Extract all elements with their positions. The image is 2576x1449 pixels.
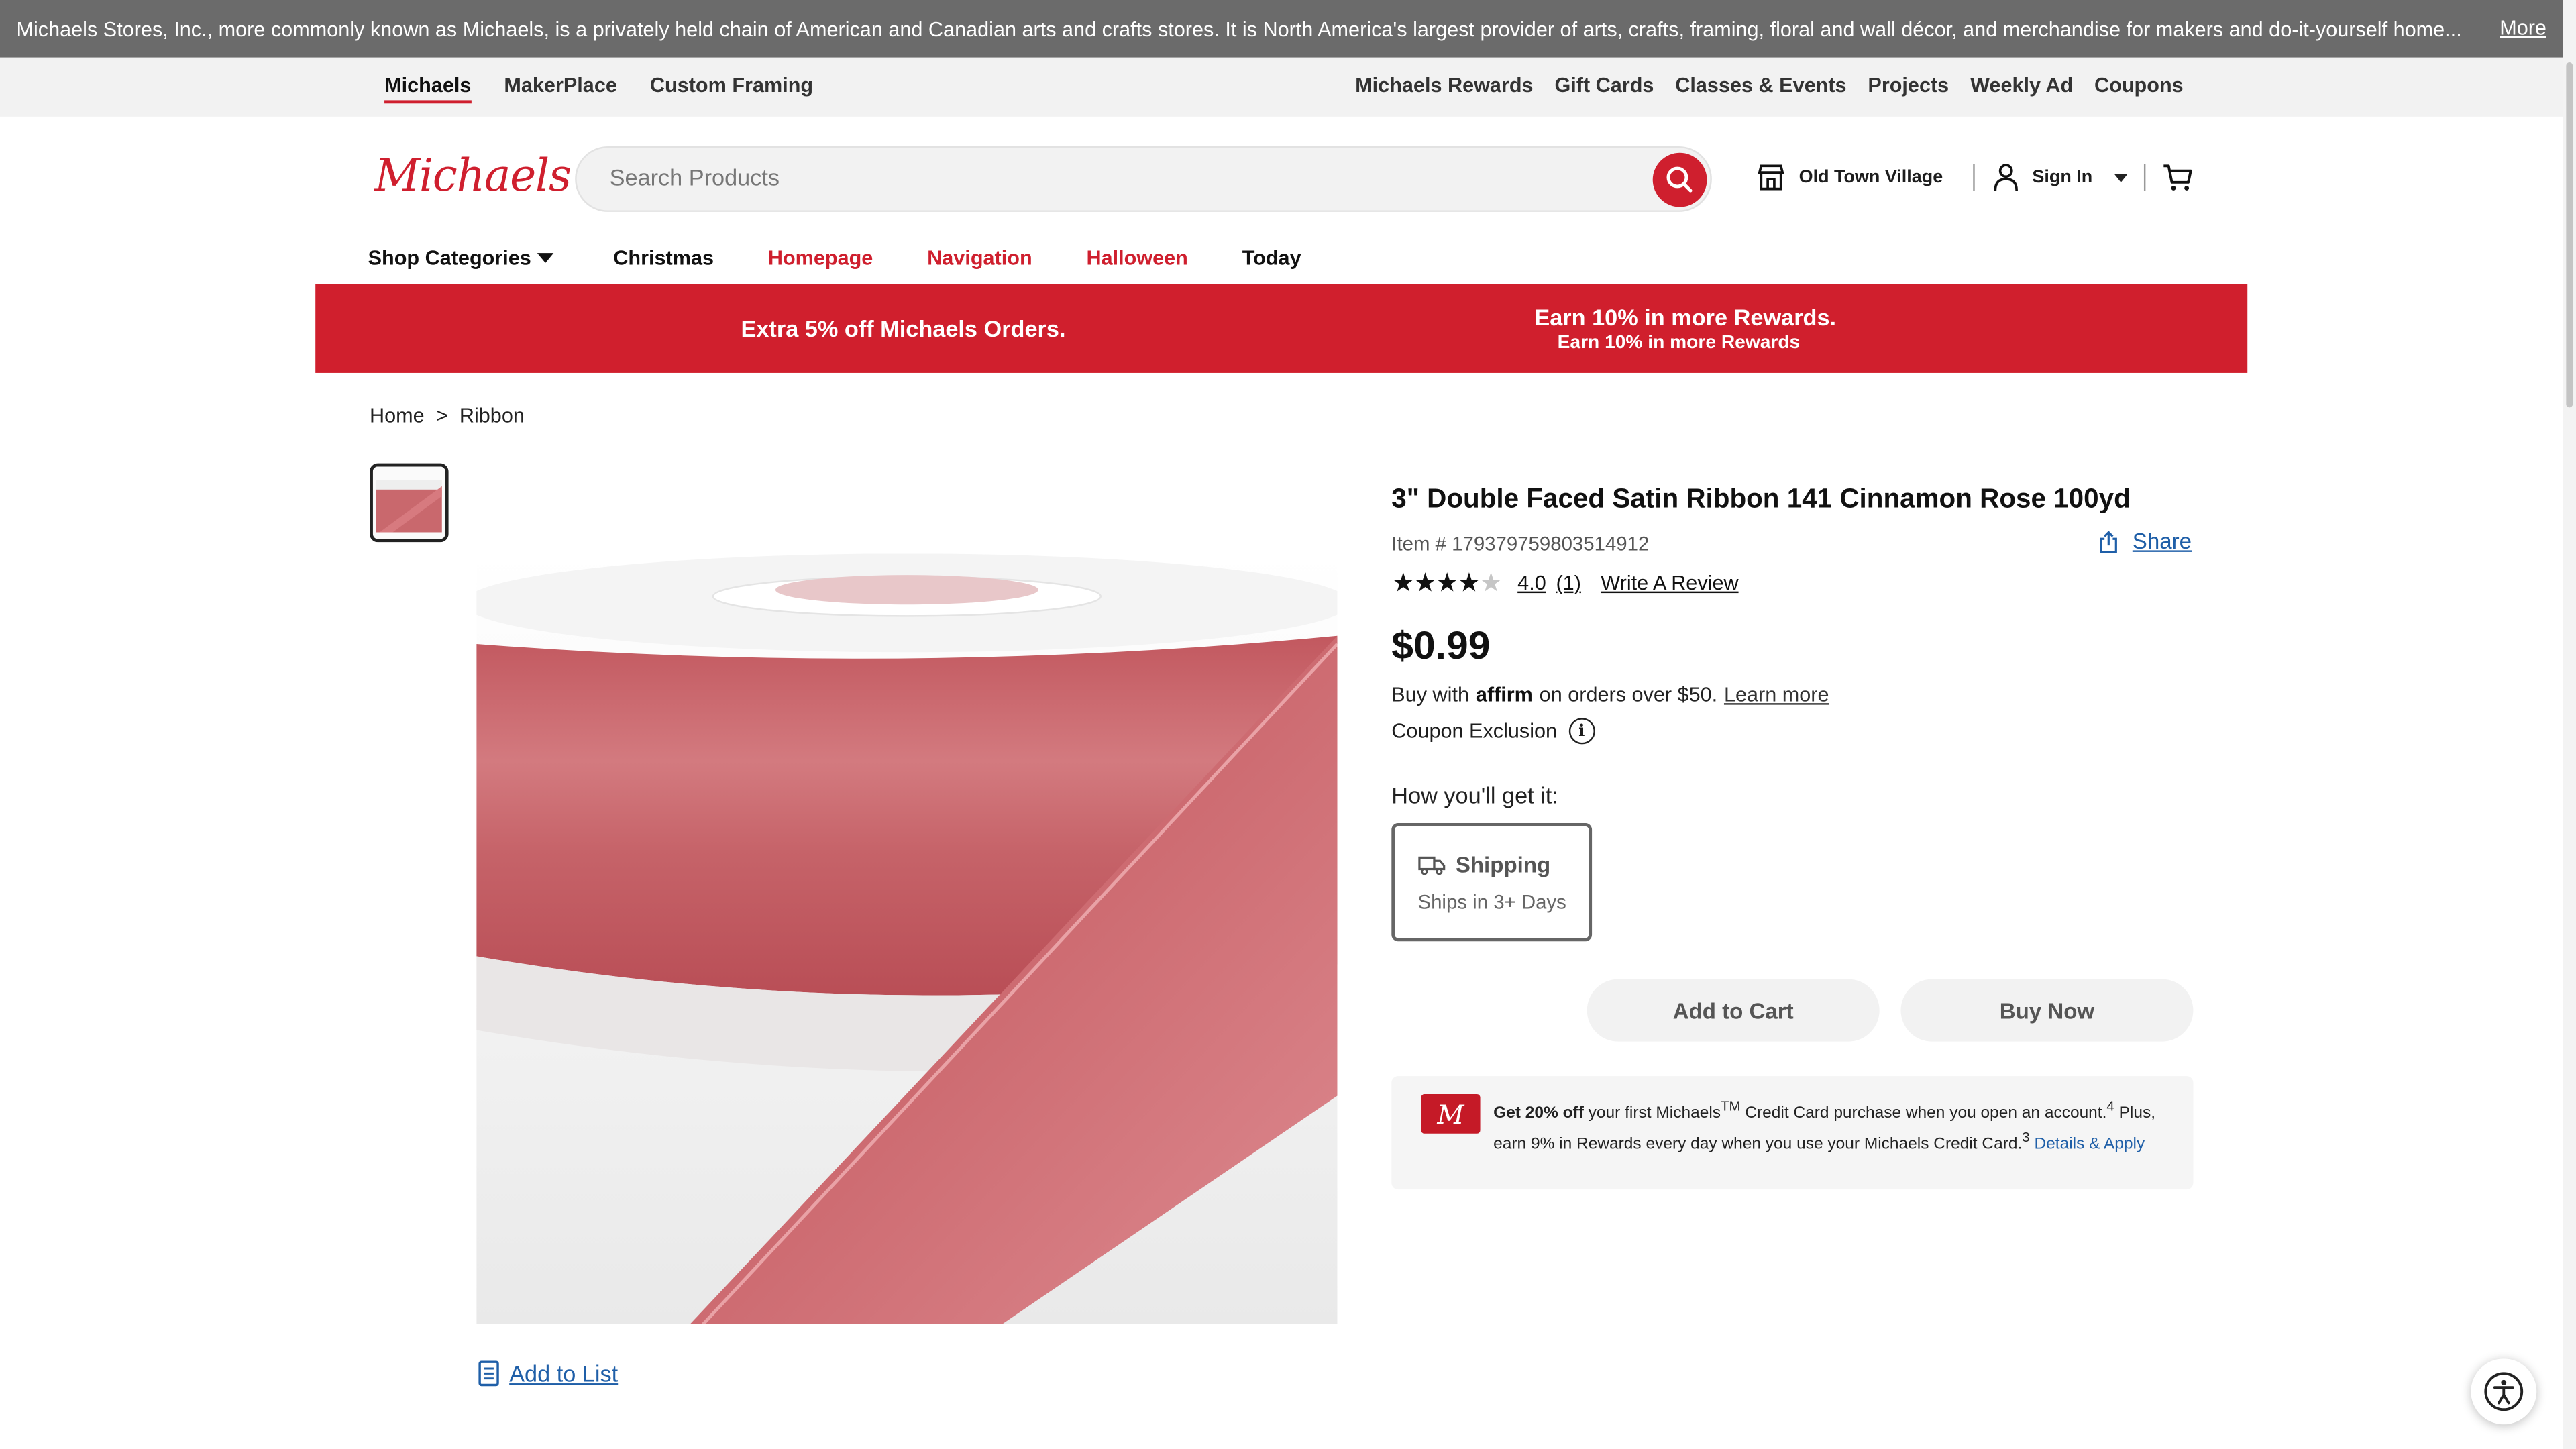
shop-categories-menu[interactable]: Shop Categories xyxy=(368,246,555,270)
info-icon[interactable]: i xyxy=(1568,718,1595,745)
coupon-exclusion-label: Coupon Exclusion xyxy=(1391,719,1558,743)
offer-text-2: Credit Card purchase when you open an ac… xyxy=(1745,1104,2107,1123)
nav-today[interactable]: Today xyxy=(1242,246,1301,269)
breadcrumb-separator: > xyxy=(435,404,448,427)
subnav-classes-events[interactable]: Classes & Events xyxy=(1675,74,1846,97)
item-number: Item # 179379759803514912 xyxy=(1391,532,1650,555)
subnav-gift-cards[interactable]: Gift Cards xyxy=(1554,74,1654,97)
store-icon xyxy=(1758,164,1784,191)
promo-right-subtitle: Earn 10% in more Rewards xyxy=(1557,333,1801,354)
nav-halloween[interactable]: Halloween xyxy=(1086,246,1187,269)
promo-right-title: Earn 10% in more Rewards. xyxy=(1534,304,1837,331)
site-description-text: Michaels Stores, Inc., more commonly kno… xyxy=(16,17,2462,41)
details-apply-link[interactable]: Details & Apply xyxy=(2034,1136,2145,1155)
sign-in-label: Sign In xyxy=(2032,167,2093,188)
cart-button[interactable] xyxy=(2162,162,2194,200)
accessibility-icon xyxy=(2484,1372,2524,1411)
more-link[interactable]: More xyxy=(2500,16,2546,39)
nav-navigation[interactable]: Navigation xyxy=(927,246,1032,269)
subnav-makerplace[interactable]: MakerPlace xyxy=(504,74,617,103)
product-main-image[interactable] xyxy=(476,553,1338,1324)
truck-icon xyxy=(1418,856,1446,875)
page-root: Michaels Stores, Inc., more commonly kno… xyxy=(0,0,2576,1449)
divider xyxy=(1973,164,1975,191)
utility-nav: Michaels MakerPlace Custom Framing Micha… xyxy=(0,57,2563,117)
affirm-prefix: Buy with xyxy=(1391,683,1470,707)
search-icon xyxy=(1666,166,1693,193)
rating-value[interactable]: 4.0 xyxy=(1517,572,1546,594)
product-price: $0.99 xyxy=(1391,624,1491,669)
offer-text-1: your first Michaels xyxy=(1588,1104,1721,1123)
scrollbar-thumb[interactable] xyxy=(2566,62,2573,408)
promo-left-text: Extra 5% off Michaels Orders. xyxy=(741,315,1066,342)
affirm-financing: Buy with affirm on orders over $50. Lear… xyxy=(1391,684,1829,706)
subnav-custom-framing[interactable]: Custom Framing xyxy=(650,74,813,103)
footnote-4: 4 xyxy=(2106,1097,2114,1114)
shipping-option[interactable]: Shipping Ships in 3+ Days xyxy=(1391,822,1593,942)
affirm-suffix: on orders over $50. xyxy=(1539,683,1718,707)
product-thumbnail[interactable] xyxy=(370,463,449,543)
trademark: TM xyxy=(1721,1097,1741,1114)
share-label: Share xyxy=(2132,529,2192,554)
star-rating-icon: ★★★★★ xyxy=(1391,570,1503,598)
promo-banner[interactable]: Extra 5% off Michaels Orders. Earn 10% i… xyxy=(315,284,2248,373)
breadcrumb-ribbon[interactable]: Ribbon xyxy=(460,404,525,427)
store-selector[interactable]: Old Town Village xyxy=(1756,162,1943,192)
shipping-title: Shipping xyxy=(1455,853,1551,877)
coupon-exclusion: Coupon Exclusion i xyxy=(1391,718,1595,745)
write-review-link[interactable]: Write A Review xyxy=(1601,572,1738,594)
category-nav: Shop Categories Christmas Homepage Navig… xyxy=(368,246,1356,269)
buy-now-button[interactable]: Buy Now xyxy=(1900,979,2194,1042)
subnav-michaels-rewards[interactable]: Michaels Rewards xyxy=(1355,74,1533,97)
credit-card-offer: M Get 20% off your first MichaelsTM Cred… xyxy=(1391,1076,2194,1190)
fulfillment-heading: How you'll get it: xyxy=(1391,782,1558,808)
search-button[interactable] xyxy=(1652,152,1707,207)
michaels-credit-card-icon: M xyxy=(1421,1094,1481,1134)
shipping-eta: Ships in 3+ Days xyxy=(1417,890,1566,914)
divider xyxy=(2143,164,2146,191)
ribbon-product-image xyxy=(476,553,1338,1324)
subnav-michaels[interactable]: Michaels xyxy=(384,74,472,104)
add-to-list-label: Add to List xyxy=(509,1360,619,1387)
add-to-cart-button[interactable]: Add to Cart xyxy=(1587,979,1880,1042)
nav-christmas[interactable]: Christmas xyxy=(613,246,714,269)
share-icon xyxy=(2100,530,2117,553)
learn-more-link[interactable]: Learn more xyxy=(1724,684,1829,706)
product-title: 3" Double Faced Satin Ribbon 141 Cinnamo… xyxy=(1391,484,2131,515)
store-name: Old Town Village xyxy=(1799,167,1943,188)
accessibility-button[interactable] xyxy=(2471,1358,2537,1425)
user-icon xyxy=(1994,164,2018,191)
chevron-down-icon[interactable] xyxy=(2114,174,2128,182)
breadcrumb: Home > Ribbon xyxy=(370,404,525,427)
subnav-coupons[interactable]: Coupons xyxy=(2094,74,2184,97)
list-icon xyxy=(478,1360,499,1387)
add-to-list-button[interactable]: Add to List xyxy=(478,1360,619,1387)
affirm-logo: affirm xyxy=(1475,683,1533,707)
rating-count[interactable]: (1) xyxy=(1556,572,1580,594)
site-description-bar: Michaels Stores, Inc., more commonly kno… xyxy=(0,0,2563,58)
rating-row: ★★★★★ 4.0 (1) Write A Review xyxy=(1391,567,1738,600)
shop-categories-label: Shop Categories xyxy=(368,246,531,270)
nav-homepage[interactable]: Homepage xyxy=(768,246,873,269)
cart-icon xyxy=(2163,164,2192,191)
ribbon-thumbnail-image xyxy=(372,466,445,539)
sign-in-button[interactable]: Sign In xyxy=(1993,162,2093,192)
footnote-3: 3 xyxy=(2022,1129,2030,1146)
michaels-logo[interactable]: Michaels xyxy=(374,151,572,202)
subnav-projects[interactable]: Projects xyxy=(1868,74,1949,97)
search-bar xyxy=(575,146,1712,212)
breadcrumb-home[interactable]: Home xyxy=(370,404,425,427)
caret-down-icon xyxy=(537,253,555,263)
subnav-weekly-ad[interactable]: Weekly Ad xyxy=(1970,74,2073,97)
search-input[interactable] xyxy=(609,164,1628,191)
offer-bold: Get 20% off xyxy=(1493,1104,1584,1123)
share-button[interactable]: Share xyxy=(2098,529,2192,554)
